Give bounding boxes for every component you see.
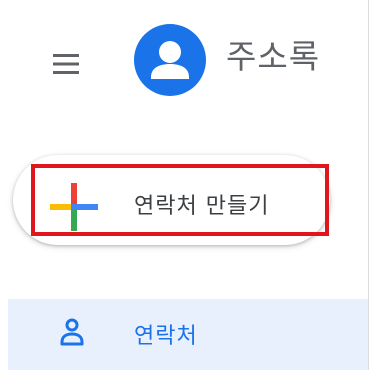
sidebar-divider [368, 0, 369, 370]
create-contact-label: 연락처 만들기 [134, 194, 270, 219]
main-menu-button[interactable] [46, 44, 86, 84]
hamburger-menu-icon [53, 54, 79, 74]
app-title: 주소록 [226, 37, 321, 76]
sidebar-item-label: 연락처 [134, 324, 198, 349]
person-outline-icon [60, 318, 84, 346]
contacts-sidebar: 주소록 연락처 만들기 연락처 [0, 0, 371, 370]
multicolor-plus-icon [50, 183, 98, 231]
contacts-person-icon [134, 24, 206, 96]
